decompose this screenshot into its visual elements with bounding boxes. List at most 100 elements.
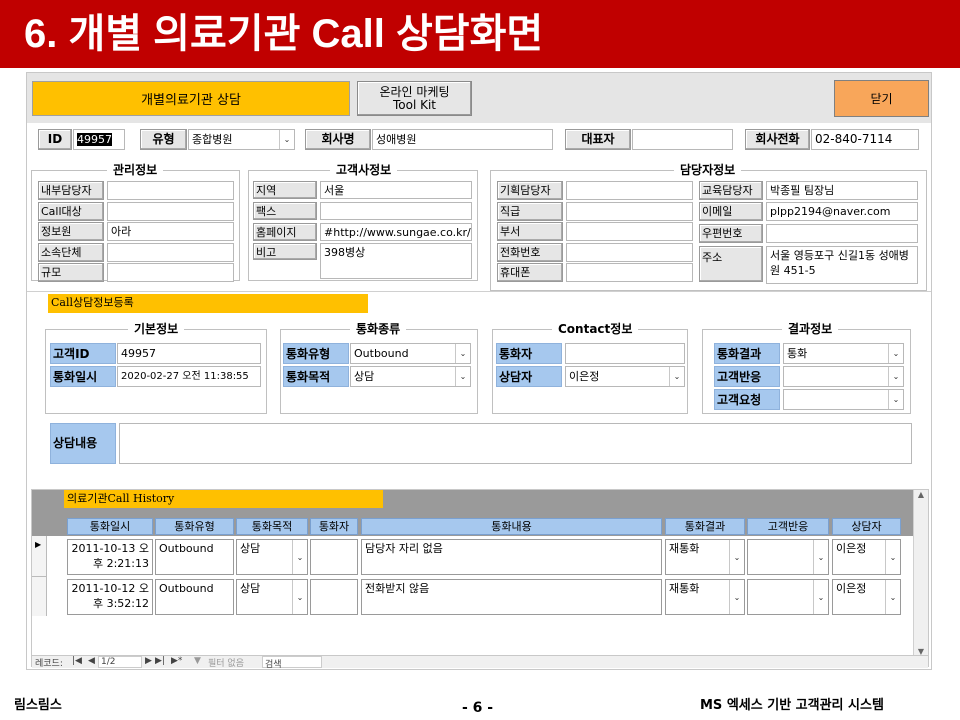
contact-info-title: Contact정보 <box>552 322 639 336</box>
ceo-field[interactable] <box>632 129 733 150</box>
history-cell-reaction[interactable]: ⌄ <box>747 579 829 615</box>
chevron-down-icon[interactable]: ⌄ <box>729 540 744 574</box>
history-cell-type[interactable]: Outbound <box>155 579 234 615</box>
history-cell-caller[interactable] <box>310 539 358 575</box>
next-record-icon[interactable]: ▶ <box>145 656 152 666</box>
close-button[interactable]: 닫기 <box>834 80 929 117</box>
history-cell-agent[interactable]: 이은정 ⌄ <box>832 579 901 615</box>
id-field[interactable]: 49957 <box>73 129 125 150</box>
history-cell-value: Outbound <box>159 582 214 595</box>
consult-content-field[interactable] <box>119 423 912 464</box>
history-vertical-scrollbar[interactable]: ▲ ▼ <box>913 490 928 656</box>
mgmt-field[interactable] <box>107 201 234 221</box>
history-cell-agent[interactable]: 이은정 ⌄ <box>832 539 901 575</box>
toolkit-button[interactable]: 온라인 마케팅 Tool Kit <box>357 81 472 116</box>
company-label: 회사명 <box>305 129 371 150</box>
history-cell-purpose[interactable]: 상담 ⌄ <box>236 539 308 575</box>
consult-content-label: 상담내용 <box>50 423 116 464</box>
contact-person-field[interactable] <box>566 242 693 262</box>
search-input[interactable]: 검색 <box>262 656 322 670</box>
chevron-down-icon[interactable]: ⌄ <box>813 540 828 574</box>
caller-field[interactable] <box>565 343 685 364</box>
agent-label: 상담자 <box>496 366 562 387</box>
last-record-icon[interactable]: ▶| <box>155 656 165 666</box>
history-cell-datetime[interactable]: 2011-10-12 오후 3:52:12 <box>67 579 153 615</box>
chevron-down-icon[interactable]: ⌄ <box>669 367 684 386</box>
customer-field[interactable]: 398병상 <box>320 243 472 279</box>
mgmt-label: Call대상 <box>38 201 104 221</box>
history-cell-caller[interactable] <box>310 579 358 615</box>
history-column-header[interactable]: 통화유형 <box>155 518 234 535</box>
call-result-combo[interactable]: 통화 ⌄ <box>783 343 904 364</box>
chevron-down-icon[interactable]: ⌄ <box>888 367 903 386</box>
contact-person-field[interactable] <box>566 201 693 221</box>
history-cell-result[interactable]: 재통화 ⌄ <box>665 579 745 615</box>
contact-person-field[interactable]: 박종필 팀장님 <box>766 181 918 200</box>
customer-field[interactable]: 서울 <box>320 181 472 199</box>
record-position-field[interactable]: 1/2 <box>98 656 142 668</box>
company-field[interactable]: 성애병원 <box>372 129 553 150</box>
customer-request-combo[interactable]: ⌄ <box>783 389 904 410</box>
prev-record-icon[interactable]: ◀ <box>88 656 95 666</box>
type-combo[interactable]: 종합병원 ⌄ <box>188 129 295 150</box>
chevron-down-icon[interactable]: ⌄ <box>813 580 828 614</box>
chevron-down-icon[interactable]: ⌄ <box>888 390 903 409</box>
contact-person-field[interactable] <box>566 181 693 200</box>
call-type-combo[interactable]: Outbound ⌄ <box>350 343 471 364</box>
call-time-field[interactable]: 2020-02-27 오전 11:38:55 <box>117 366 261 387</box>
scroll-up-icon[interactable]: ▲ <box>914 490 928 499</box>
basic-info-title: 기본정보 <box>128 322 185 336</box>
history-cell-reaction[interactable]: ⌄ <box>747 539 829 575</box>
chevron-down-icon[interactable]: ⌄ <box>292 580 307 614</box>
first-record-icon[interactable]: |◀ <box>72 656 82 666</box>
history-column-header[interactable]: 통화결과 <box>665 518 745 535</box>
history-column-header[interactable]: 상담자 <box>832 518 901 535</box>
contact-person-title: 담당자정보 <box>674 163 742 177</box>
contact-person-field[interactable] <box>566 222 693 241</box>
new-record-icon[interactable]: ▶* <box>171 656 182 666</box>
call-result-label: 통화결과 <box>714 343 780 364</box>
history-column-header[interactable]: 통화내용 <box>361 518 662 535</box>
chevron-down-icon[interactable]: ⌄ <box>279 130 294 149</box>
contact-person-label: 교육담당자 <box>699 181 763 200</box>
contact-person-field[interactable] <box>566 263 693 282</box>
history-column-header[interactable]: 고객반응 <box>747 518 829 535</box>
contact-person-field[interactable]: 서울 영등포구 신길1동 성애병원 451-5 <box>766 246 918 284</box>
contact-person-field[interactable] <box>766 224 918 243</box>
chevron-down-icon[interactable]: ⌄ <box>885 580 900 614</box>
chevron-down-icon[interactable]: ⌄ <box>888 344 903 363</box>
mgmt-label: 규모 <box>38 263 104 282</box>
history-cell-value: 상담 <box>240 582 261 595</box>
history-column-header[interactable]: 통화자 <box>310 518 358 535</box>
history-cell-type[interactable]: Outbound <box>155 539 234 575</box>
customer-field[interactable]: #http://www.sungae.co.kr/b <box>320 223 472 241</box>
id-value: 49957 <box>77 133 112 146</box>
chevron-down-icon[interactable]: ⌄ <box>729 580 744 614</box>
chevron-down-icon[interactable]: ⌄ <box>455 367 470 386</box>
history-cell-purpose[interactable]: 상담 ⌄ <box>236 579 308 615</box>
agent-combo[interactable]: 이은정 ⌄ <box>565 366 685 387</box>
filter-status[interactable]: 필터 없음 <box>208 656 244 669</box>
mgmt-info-title: 관리정보 <box>107 163 164 177</box>
company-phone-label: 회사전화 <box>745 129 810 150</box>
history-cell-result[interactable]: 재통화 ⌄ <box>665 539 745 575</box>
history-column-header[interactable]: 통화목적 <box>236 518 308 535</box>
chevron-down-icon[interactable]: ⌄ <box>455 344 470 363</box>
chevron-down-icon[interactable]: ⌄ <box>292 540 307 574</box>
history-cell-content[interactable]: 담당자 자리 없음 <box>361 539 662 575</box>
mgmt-field[interactable]: 아라 <box>107 222 234 241</box>
history-cell-content[interactable]: 전화받지 않음 <box>361 579 662 615</box>
filter-icon[interactable]: ▼ <box>194 656 201 666</box>
mgmt-field[interactable] <box>107 263 234 282</box>
call-purpose-combo[interactable]: 상담 ⌄ <box>350 366 471 387</box>
customer-field[interactable] <box>320 202 472 220</box>
history-column-header[interactable]: 통화일시 <box>67 518 153 535</box>
history-cell-datetime[interactable]: 2011-10-13 오후 2:21:13 <box>67 539 153 575</box>
customer-reaction-combo[interactable]: ⌄ <box>783 366 904 387</box>
mgmt-field[interactable] <box>107 242 234 262</box>
contact-person-field[interactable]: plpp2194@naver.com <box>766 202 918 221</box>
chevron-down-icon[interactable]: ⌄ <box>885 540 900 574</box>
mgmt-field[interactable] <box>107 181 234 200</box>
customer-id-field[interactable]: 49957 <box>117 343 261 364</box>
company-phone-field[interactable]: 02-840-7114 <box>811 129 919 150</box>
